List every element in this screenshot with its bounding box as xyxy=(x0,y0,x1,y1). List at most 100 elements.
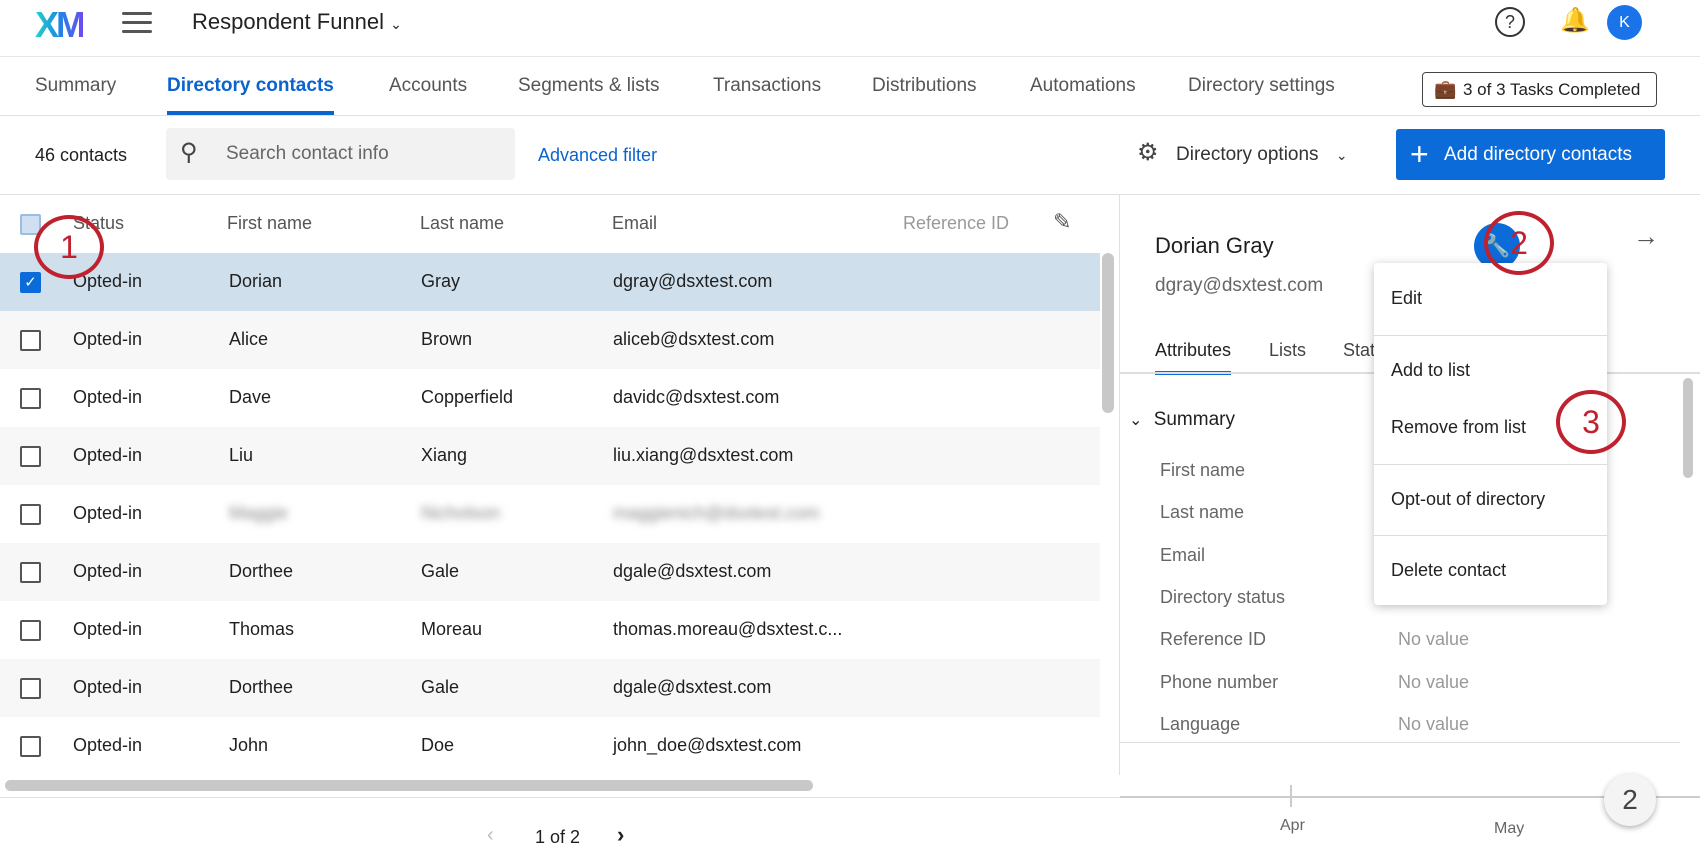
cell-last-name: Xiang xyxy=(421,445,468,465)
directory-options-dropdown[interactable]: Directory options ⌄ xyxy=(1176,144,1348,166)
row-checkbox[interactable] xyxy=(20,446,41,467)
attribute-label: Last name xyxy=(1160,502,1245,523)
cell-status: Opted-in xyxy=(73,561,143,581)
cell-last-name: Brown xyxy=(421,329,473,349)
panel-scrollbar[interactable] xyxy=(1683,378,1693,478)
hamburger-menu-icon[interactable] xyxy=(122,12,152,34)
attribute-value: No value xyxy=(1398,671,1470,692)
table-row[interactable]: Opted-in Dorthee Gale dgale@dsxtest.com xyxy=(0,659,1100,717)
menu-item-edit[interactable]: Edit xyxy=(1391,288,1422,309)
row-checkbox[interactable] xyxy=(20,678,41,699)
table-row[interactable]: Opted-in Dave Copperfield davidc@dsxtest… xyxy=(0,369,1100,427)
table-row[interactable]: ✓ Opted-in Dorian Gray dgray@dsxtest.com xyxy=(0,253,1100,311)
summary-section-toggle[interactable]: ⌄ Summary xyxy=(1129,409,1235,431)
tab-directory-contacts[interactable]: Directory contacts xyxy=(167,75,334,115)
attribute-label: Email xyxy=(1160,544,1206,565)
arrow-right-icon[interactable]: → xyxy=(1633,221,1659,252)
attribute-label: Reference ID xyxy=(1160,629,1267,650)
row-checkbox[interactable] xyxy=(20,330,41,351)
row-checkbox[interactable]: ✓ xyxy=(20,272,41,293)
avatar[interactable]: K xyxy=(1607,5,1642,40)
tasks-completed-button[interactable]: 💼 3 of 3 Tasks Completed xyxy=(1422,72,1657,107)
help-icon[interactable]: ? xyxy=(1495,7,1525,37)
menu-item-delete-contact[interactable]: Delete contact xyxy=(1391,560,1506,581)
table-row[interactable]: Opted-in Liu Xiang liu.xiang@dsxtest.com xyxy=(0,427,1100,485)
row-checkbox[interactable] xyxy=(20,388,41,409)
table-row[interactable]: Opted-in Thomas Moreau thomas.moreau@dsx… xyxy=(0,601,1100,659)
attribute-label: Directory status xyxy=(1160,586,1286,607)
tab-transactions[interactable]: Transactions xyxy=(713,75,821,97)
tab-automations[interactable]: Automations xyxy=(1030,75,1136,97)
cell-email: john_doe@dsxtest.com xyxy=(613,735,802,755)
panel-tab-lists[interactable]: Lists xyxy=(1269,340,1306,361)
menu-item-add-to-list[interactable]: Add to list xyxy=(1391,360,1470,381)
horizontal-scrollbar[interactable] xyxy=(5,780,813,791)
row-checkbox[interactable] xyxy=(20,736,41,757)
cell-first-name: John xyxy=(229,735,269,755)
cell-last-name: Nicholson xyxy=(421,503,501,523)
cell-email: dgale@dsxtest.com xyxy=(613,677,772,697)
cell-last-name: Gray xyxy=(421,271,461,291)
cell-status: Opted-in xyxy=(73,735,143,755)
menu-item-remove-from-list[interactable]: Remove from list xyxy=(1391,417,1526,438)
divider xyxy=(1120,742,1680,743)
advanced-filter-link[interactable]: Advanced filter xyxy=(538,145,657,166)
tab-directory-settings[interactable]: Directory settings xyxy=(1188,75,1335,97)
tab-segments-lists[interactable]: Segments & lists xyxy=(518,75,660,97)
cell-email: aliceb@dsxtest.com xyxy=(613,329,775,349)
cell-email: thomas.moreau@dsxtest.c... xyxy=(613,619,843,639)
tab-accounts[interactable]: Accounts xyxy=(389,75,467,97)
notification-bubble[interactable]: 2 xyxy=(1604,774,1656,826)
chevron-down-icon: ⌄ xyxy=(390,16,402,32)
table-row[interactable]: Opted-in Maggie Nicholson maggienich@dsx… xyxy=(0,485,1100,543)
panel-tab-attributes[interactable]: Attributes xyxy=(1155,340,1232,375)
tab-summary[interactable]: Summary xyxy=(35,75,116,97)
prev-page-icon[interactable]: ‹ xyxy=(487,824,494,847)
row-checkbox[interactable] xyxy=(20,620,41,641)
cell-status: Opted-in xyxy=(73,387,143,407)
toolbox-icon: 💼 xyxy=(1434,79,1457,99)
row-checkbox[interactable] xyxy=(20,504,41,525)
annotation-2: 2 xyxy=(1484,211,1554,275)
xm-logo[interactable]: XM xyxy=(35,4,86,46)
col-reference-id[interactable]: Reference ID xyxy=(903,213,1015,234)
col-first-name[interactable]: First name xyxy=(227,213,312,234)
cell-first-name: Alice xyxy=(229,329,269,349)
project-title: Respondent Funnel xyxy=(192,9,385,34)
search-input[interactable]: ⚲ Search contact info xyxy=(166,128,515,180)
search-icon: ⚲ xyxy=(180,139,198,166)
cell-email: dgale@dsxtest.com xyxy=(613,561,772,581)
cell-first-name: Dorthee xyxy=(229,677,294,697)
cell-email: dgray@dsxtest.com xyxy=(613,271,773,291)
edit-columns-pencil-icon[interactable]: ✎ xyxy=(1053,209,1071,235)
timeline-tick xyxy=(1290,785,1292,807)
cell-last-name: Moreau xyxy=(421,619,483,639)
project-title-dropdown[interactable]: Respondent Funnel ⌄ xyxy=(192,9,402,35)
bell-icon[interactable]: 🔔 xyxy=(1560,6,1590,35)
search-placeholder: Search contact info xyxy=(226,143,389,164)
tab-distributions[interactable]: Distributions xyxy=(872,75,977,97)
cell-first-name: Thomas xyxy=(229,619,295,639)
vertical-scrollbar[interactable] xyxy=(1102,253,1114,413)
summary-heading: Summary xyxy=(1153,409,1235,430)
attribute-value: No value xyxy=(1398,713,1470,734)
table-row[interactable]: Opted-in John Doe john_doe@dsxtest.com xyxy=(0,717,1100,775)
next-page-icon[interactable]: › xyxy=(617,822,624,848)
table-row[interactable]: Opted-in Dorthee Gale dgale@dsxtest.com xyxy=(0,543,1100,601)
cell-status: Opted-in xyxy=(73,445,143,465)
table-row[interactable]: Opted-in Alice Brown aliceb@dsxtest.com xyxy=(0,311,1100,369)
timeline-label-apr: Apr xyxy=(1280,817,1305,834)
row-checkbox[interactable] xyxy=(20,562,41,583)
menu-item-opt-out[interactable]: Opt-out of directory xyxy=(1391,489,1545,510)
timeline-label-may: May xyxy=(1494,820,1525,837)
contacts-table: Status First name Last name Email Refere… xyxy=(0,195,1120,791)
cell-last-name: Doe xyxy=(421,735,455,755)
cell-last-name: Copperfield xyxy=(421,387,514,407)
col-email[interactable]: Email xyxy=(612,213,657,234)
add-directory-contacts-button[interactable]: + Add directory contacts xyxy=(1396,129,1665,180)
panel-tab-stats[interactable]: Stat xyxy=(1343,340,1375,361)
gear-icon: ⚙ xyxy=(1137,139,1159,166)
directory-options-label: Directory options xyxy=(1176,144,1319,165)
col-last-name[interactable]: Last name xyxy=(420,213,504,234)
cell-status: Opted-in xyxy=(73,619,143,639)
